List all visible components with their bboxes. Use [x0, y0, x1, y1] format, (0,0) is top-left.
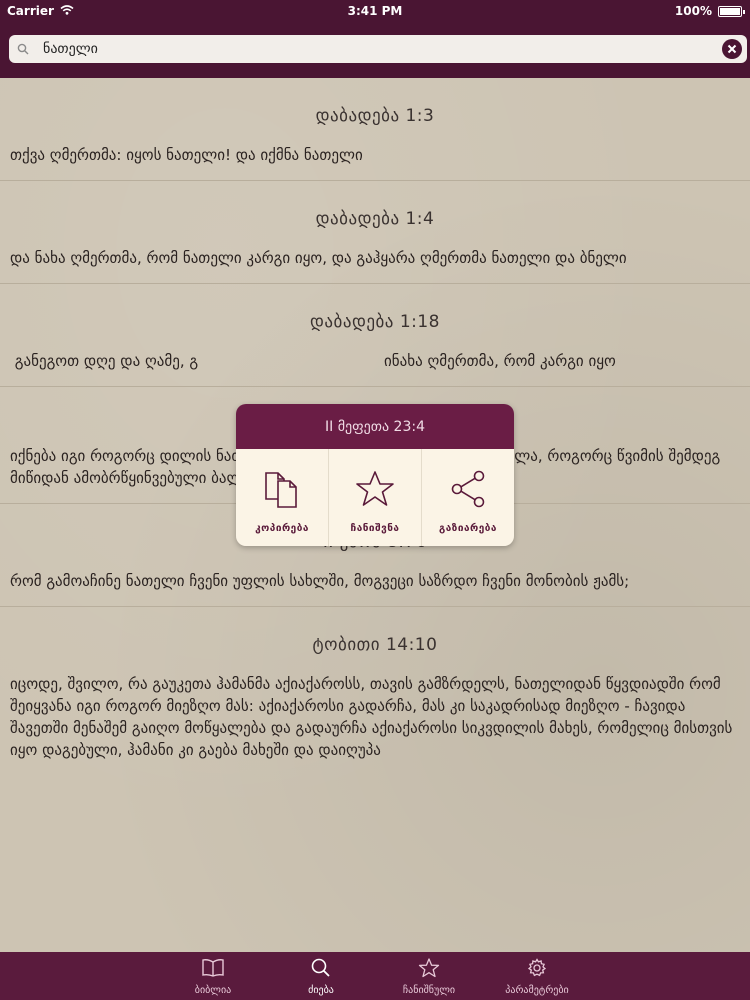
tab-bible-label: ბიბლია [194, 985, 232, 996]
verse-text: და ნახა ღმერთმა, რომ ნათელი კარგი იყო, დ… [10, 249, 627, 267]
verse-text: თქვა ღმერთმა: იყოს ნათელი! და იქმნა ნათე… [10, 146, 363, 164]
popup-actions: კოპირება ჩანიშვნა გაზიარება [236, 449, 514, 546]
bookmark-button[interactable]: ჩანიშვნა [329, 449, 422, 546]
search-icon [310, 958, 332, 982]
share-label: გაზიარება [439, 523, 497, 534]
tab-search-label: ძიება [308, 985, 334, 996]
tab-bookmarks[interactable]: ჩანიშნული [375, 952, 483, 1000]
book-icon [201, 958, 225, 982]
search-icon [17, 43, 41, 55]
result-item[interactable]: დაბადება 1:18 განეგოთ დღე და ღამე, გ ინა… [0, 284, 750, 387]
verse-reference: დაბადება 1:18 [309, 312, 440, 332]
top-bar: Carrier 3:41 PM 100% [0, 0, 750, 78]
tab-bookmarks-label: ჩანიშნული [402, 985, 456, 996]
verse-reference: დაბადება 1:4 [315, 209, 435, 229]
clock: 3:41 PM [347, 4, 403, 18]
verse-text: იცოდე, შვილო, რა გაუკეთა ჰამანმა აქიაქარ… [10, 675, 733, 759]
battery-icon [718, 5, 745, 17]
verse-text: განეგოთ დღე და ღამე, გ ინახა ღმერთმა, რო… [10, 352, 616, 370]
gear-icon [526, 958, 548, 982]
copy-label: კოპირება [255, 523, 309, 534]
result-item[interactable]: დაბადება 1:3 თქვა ღმერთმა: იყოს ნათელი! … [0, 78, 750, 181]
result-item[interactable]: ტობითი 14:10 იცოდე, შვილო, რა გაუკეთა ჰა… [0, 607, 750, 775]
search-input[interactable] [41, 41, 722, 57]
tab-settings-label: პარამეტრები [505, 985, 569, 996]
copy-icon [262, 469, 302, 513]
tab-settings[interactable]: პარამეტრები [483, 952, 591, 1000]
tab-bar: ბიბლია ძიება ჩანიშნული პარამეტრები [0, 952, 750, 1000]
share-icon [448, 469, 488, 513]
result-item[interactable]: დაბადება 1:4 და ნახა ღმერთმა, რომ ნათელი… [0, 181, 750, 284]
tab-search[interactable]: ძიება [267, 952, 375, 1000]
close-icon [727, 44, 737, 54]
star-icon [355, 469, 395, 513]
verse-text: რომ გამოაჩინე ნათელი ჩვენი უფლის სახლში,… [10, 572, 630, 590]
verse-reference: დაბადება 1:3 [315, 106, 435, 126]
star-icon [418, 958, 440, 982]
battery: 100% [674, 4, 745, 18]
tab-bible[interactable]: ბიბლია [159, 952, 267, 1000]
popup-title: II მეფეთა 23:4 [236, 404, 514, 449]
search-bar[interactable] [9, 35, 747, 63]
clear-search-button[interactable] [722, 39, 742, 59]
status-bar: Carrier 3:41 PM 100% [0, 0, 750, 22]
verse-action-popup: II მეფეთა 23:4 კოპირება ჩანიშვნა გაზიარე… [236, 404, 514, 546]
bookmark-label: ჩანიშვნა [350, 523, 400, 534]
copy-button[interactable]: კოპირება [236, 449, 329, 546]
battery-percent: 100% [674, 4, 712, 18]
share-button[interactable]: გაზიარება [422, 449, 514, 546]
verse-reference: ტობითი 14:10 [312, 635, 438, 655]
